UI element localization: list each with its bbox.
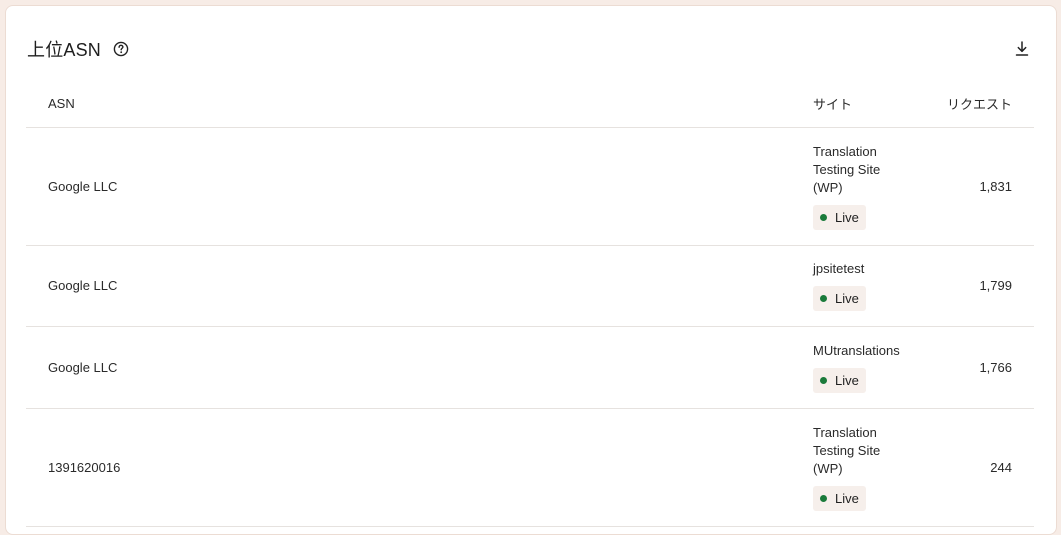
- status-label: Live: [835, 490, 859, 506]
- panel-header: 上位ASN: [27, 36, 1036, 62]
- question-circle-icon[interactable]: [113, 41, 129, 57]
- table-header-row: ASN サイト リクエスト: [26, 86, 1034, 128]
- status-badge: Live: [813, 367, 866, 393]
- asn-cell: Google LLC: [26, 127, 813, 246]
- site-name[interactable]: Translation Testing Site (WP): [813, 143, 903, 197]
- asn-cell: Google LLC: [26, 326, 813, 409]
- top-asn-panel: 上位ASN ASN サイト リクエスト Google LLC Translati…: [5, 5, 1057, 535]
- status-badge: Live: [813, 286, 866, 311]
- asn-cell: Google LLC: [26, 245, 813, 327]
- live-status-dot-icon: [820, 295, 827, 302]
- site-name[interactable]: MUtranslations: [813, 342, 903, 360]
- site-cell: MUtranslations Live: [813, 326, 933, 409]
- status-label: Live: [835, 209, 859, 225]
- table-row: Google LLC jpsitetest Live 1,799: [26, 245, 1034, 327]
- status-badge: Live: [813, 485, 866, 511]
- table-row: Google LLC Translation Testing Site (WP)…: [26, 127, 1034, 246]
- column-header-asn[interactable]: ASN: [26, 86, 813, 128]
- asn-cell: 1391620016: [26, 408, 813, 527]
- live-status-dot-icon: [820, 213, 827, 221]
- site-cell: Translation Testing Site (WP) Live: [813, 127, 933, 246]
- column-header-site[interactable]: サイト: [813, 86, 933, 128]
- table-row: 1391620016 Translation Testing Site (WP)…: [26, 408, 1034, 527]
- requests-cell: 1,766: [933, 326, 1034, 409]
- download-icon[interactable]: [1014, 40, 1030, 58]
- requests-cell: 1,799: [933, 245, 1034, 327]
- site-name[interactable]: jpsitetest: [813, 260, 903, 278]
- status-label: Live: [835, 291, 859, 306]
- status-badge: Live: [813, 204, 866, 230]
- live-status-dot-icon: [820, 376, 827, 384]
- site-cell: jpsitetest Live: [813, 245, 933, 327]
- column-header-requests[interactable]: リクエスト: [933, 86, 1034, 128]
- table-row: Google LLC MUtranslations Live 1,766: [26, 326, 1034, 409]
- panel-title: 上位ASN: [27, 40, 102, 60]
- asn-table: ASN サイト リクエスト Google LLC Translation Tes…: [26, 86, 1034, 527]
- requests-cell: 1,831: [933, 127, 1034, 246]
- site-cell: Translation Testing Site (WP) Live: [813, 408, 933, 527]
- site-name[interactable]: Translation Testing Site (WP): [813, 424, 903, 478]
- requests-cell: 244: [933, 408, 1034, 527]
- status-label: Live: [835, 372, 859, 388]
- live-status-dot-icon: [820, 494, 827, 502]
